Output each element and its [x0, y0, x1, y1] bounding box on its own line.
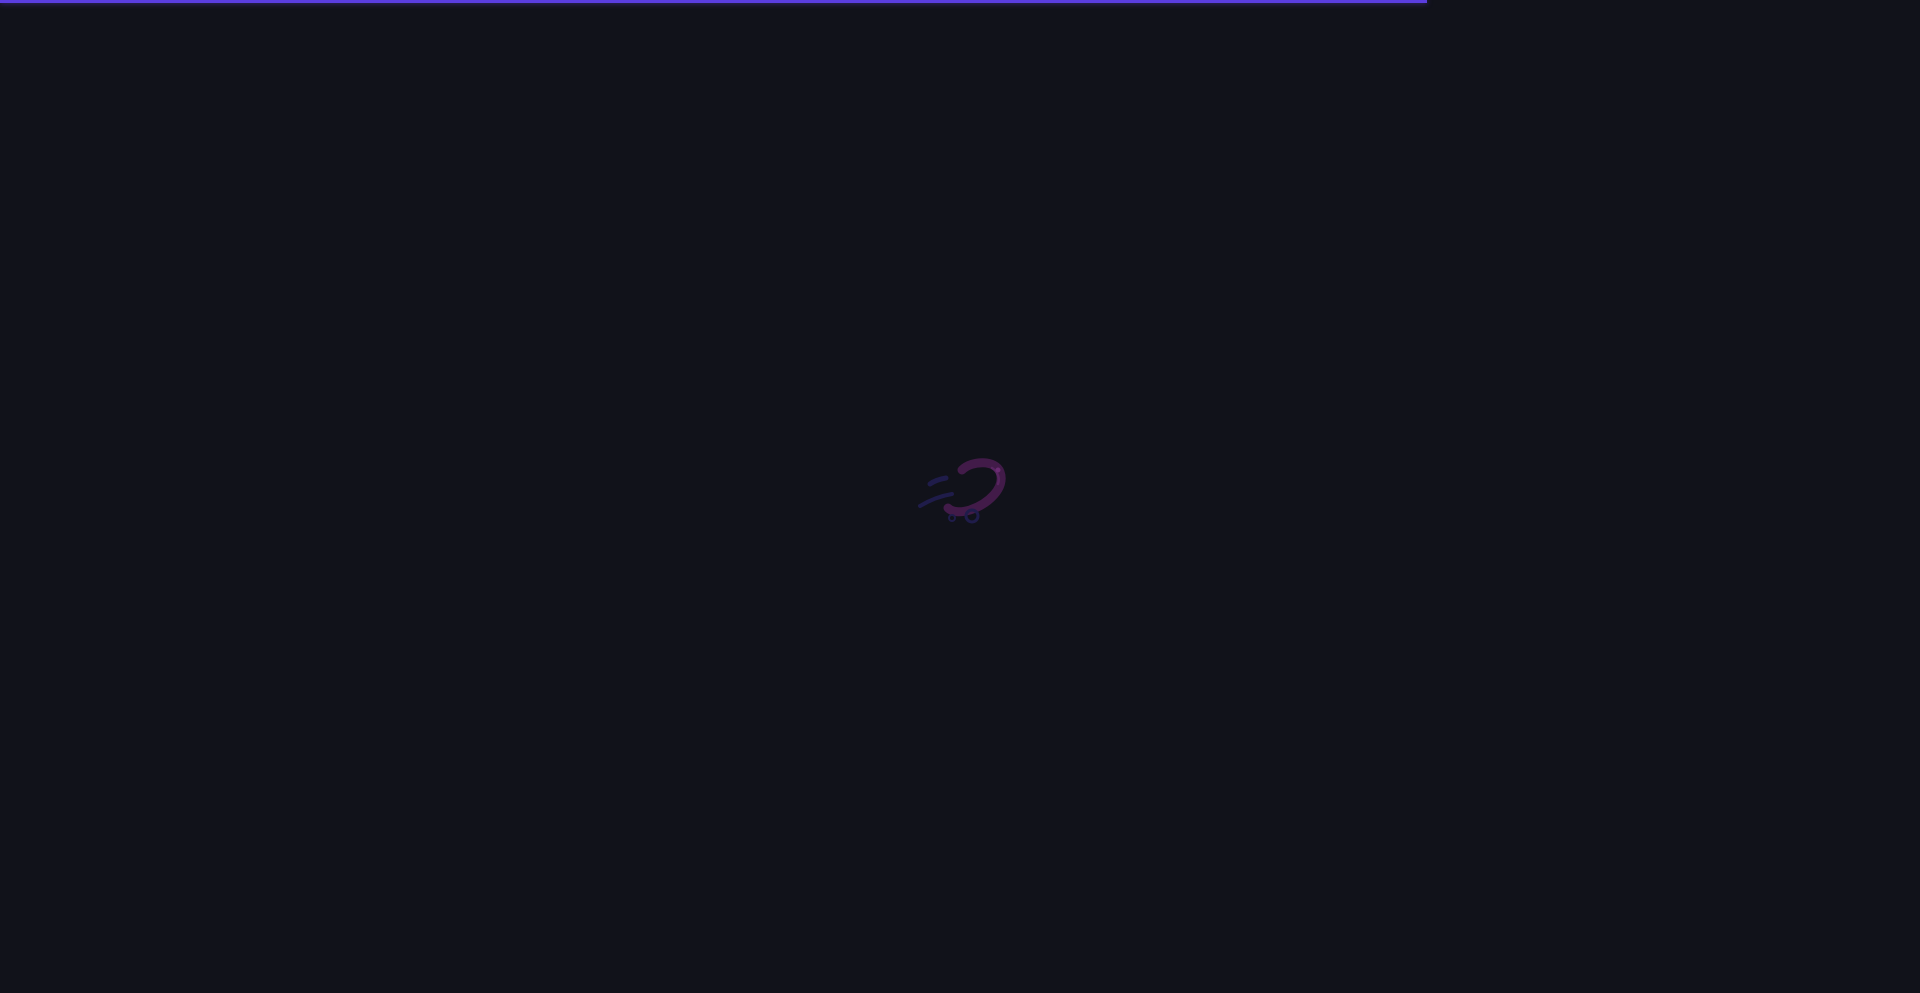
loading-progress-bar: [0, 0, 1427, 3]
loading-progress-track: [0, 0, 1920, 3]
loading-screen: [0, 0, 1920, 993]
hook-logo-icon: [900, 456, 1020, 536]
